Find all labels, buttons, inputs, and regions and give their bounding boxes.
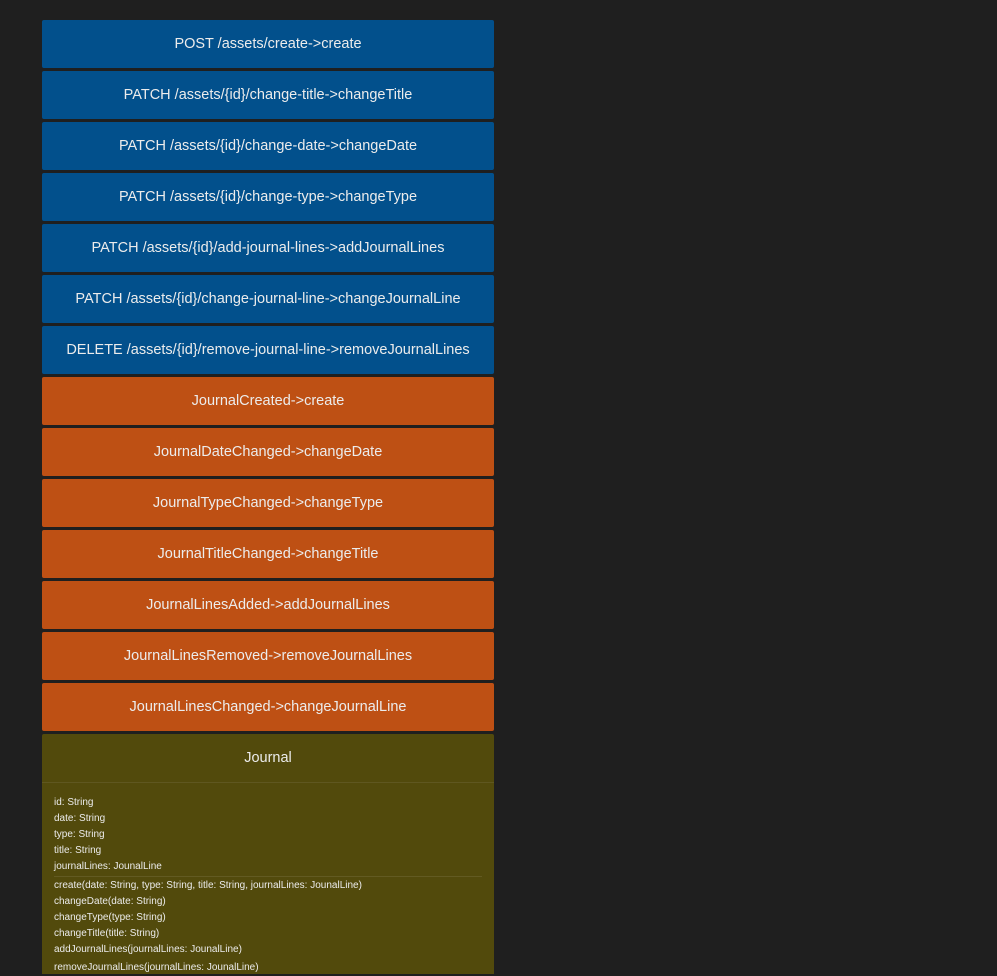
event-journal-title-changed: JournalTitleChanged->changeTitle bbox=[42, 530, 494, 578]
event-journal-date-changed: JournalDateChanged->changeDate bbox=[42, 428, 494, 476]
method-change-date: changeDate(date: String) bbox=[54, 896, 166, 907]
aggregate-title: Journal bbox=[42, 734, 494, 783]
event-journal-lines-added: JournalLinesAdded->addJournalLines bbox=[42, 581, 494, 629]
event-journal-lines-removed: JournalLinesRemoved->removeJournalLines bbox=[42, 632, 494, 680]
attribute-journal-lines: journalLines: JounalLine bbox=[54, 861, 162, 872]
method-remove-journal-lines: removeJournalLines(journalLines: JounalL… bbox=[54, 962, 259, 973]
command-patch-change-type: PATCH /assets/{id}/change-type->changeTy… bbox=[42, 173, 494, 221]
event-journal-created: JournalCreated->create bbox=[42, 377, 494, 425]
attribute-id: id: String bbox=[54, 797, 94, 808]
attribute-title: title: String bbox=[54, 845, 102, 856]
command-patch-change-title: PATCH /assets/{id}/change-title->changeT… bbox=[42, 71, 494, 119]
event-storming-diagram: POST /assets/create->create PATCH /asset… bbox=[42, 20, 494, 974]
attribute-type: type: String bbox=[54, 829, 105, 840]
method-add-journal-lines: addJournalLines(journalLines: JounalLine… bbox=[54, 944, 242, 955]
event-journal-type-changed: JournalTypeChanged->changeType bbox=[42, 479, 494, 527]
aggregate-journal: Journal id: String date: String type: St… bbox=[42, 734, 494, 974]
command-patch-change-date: PATCH /assets/{id}/change-date->changeDa… bbox=[42, 122, 494, 170]
method-change-type: changeType(type: String) bbox=[54, 912, 166, 923]
command-delete-remove-journal-line: DELETE /assets/{id}/remove-journal-line-… bbox=[42, 326, 494, 374]
method-change-title: changeTitle(title: String) bbox=[54, 928, 160, 939]
aggregate-attributes: id: String date: String type: String tit… bbox=[42, 783, 494, 875]
method-create: create(date: String, type: String, title… bbox=[54, 880, 362, 891]
command-post-create: POST /assets/create->create bbox=[42, 20, 494, 68]
event-journal-lines-changed: JournalLinesChanged->changeJournalLine bbox=[42, 683, 494, 731]
aggregate-methods: create(date: String, type: String, title… bbox=[42, 877, 494, 976]
attribute-date: date: String bbox=[54, 813, 106, 824]
command-patch-change-journal-line: PATCH /assets/{id}/change-journal-line->… bbox=[42, 275, 494, 323]
command-patch-add-journal-lines: PATCH /assets/{id}/add-journal-lines->ad… bbox=[42, 224, 494, 272]
